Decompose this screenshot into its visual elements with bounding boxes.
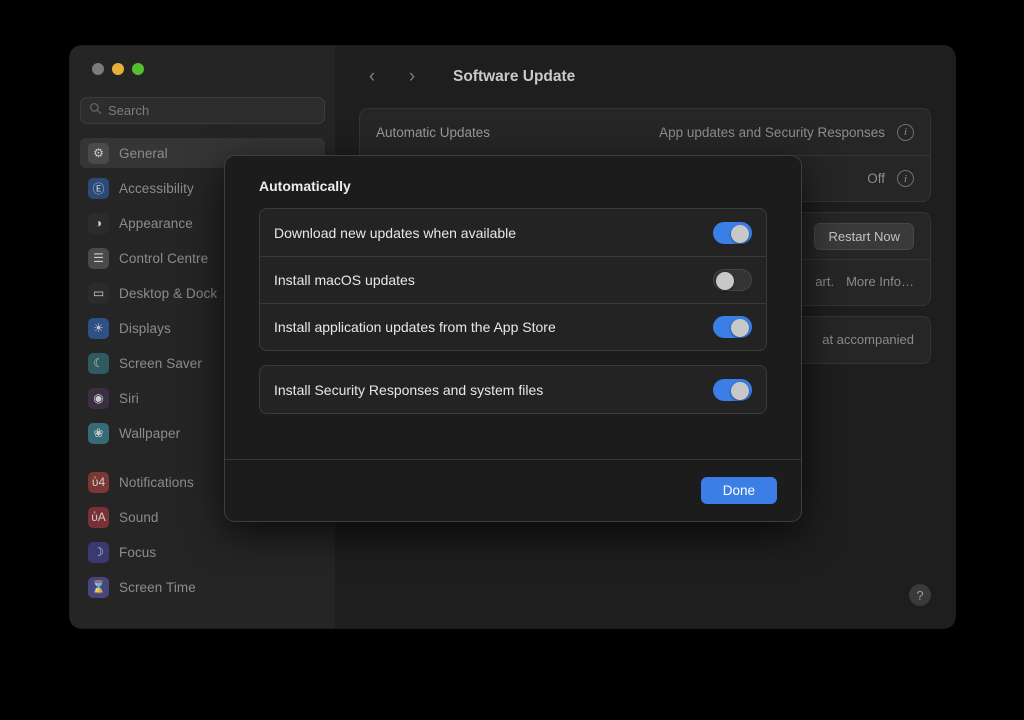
download-updates-toggle[interactable] xyxy=(713,221,752,244)
toggle-knob xyxy=(731,224,749,243)
option-group: Install Security Responses and system fi… xyxy=(259,365,767,414)
option-row: Download new updates when available xyxy=(260,209,766,256)
dialog-body: Automatically Download new updates when … xyxy=(225,156,801,414)
sidebar-item-label: Displays xyxy=(119,320,171,336)
info-icon[interactable]: i xyxy=(897,170,914,187)
sidebar-item-screen-time[interactable]: ⌛ Screen Time xyxy=(80,572,325,602)
automatic-updates-dialog: Automatically Download new updates when … xyxy=(224,155,802,522)
option-group: Download new updates when available Insta… xyxy=(259,208,767,351)
sidebar-item-label: Accessibility xyxy=(119,180,194,196)
dialog-options: Download new updates when available Insta… xyxy=(259,208,767,414)
sidebar-item-label: Appearance xyxy=(119,215,193,231)
done-button[interactable]: Done xyxy=(700,477,777,504)
automatic-updates-label: Automatic Updates xyxy=(376,124,491,140)
sound-icon: ὐA xyxy=(88,506,109,528)
sidebar-item-label: Screen Saver xyxy=(119,355,202,371)
status-value: Off xyxy=(867,171,885,186)
search-input[interactable] xyxy=(108,103,316,118)
sidebar-item-label: General xyxy=(119,145,168,161)
info-icon[interactable]: i xyxy=(897,123,914,141)
notifications-icon: ὑ4 xyxy=(88,471,109,493)
sidebar-item-label: Sound xyxy=(119,509,159,525)
toggle-knob xyxy=(731,319,749,337)
wallpaper-icon: ❀ xyxy=(88,422,109,444)
minimize-button[interactable] xyxy=(112,63,124,75)
sidebar-item-label: Siri xyxy=(119,390,139,406)
option-label: Download new updates when available xyxy=(274,224,517,241)
toggle-knob xyxy=(716,272,734,290)
help-button[interactable]: ? xyxy=(909,584,931,606)
page-title: Software Update xyxy=(453,68,576,85)
gear-icon: ⚙ xyxy=(88,142,109,164)
window-controls xyxy=(80,46,325,75)
option-row: Install application updates from the App… xyxy=(260,303,766,350)
control-centre-icon: ☰ xyxy=(88,247,109,269)
screen-saver-icon: ☾ xyxy=(88,352,109,374)
sidebar-item-focus[interactable]: ☽ Focus xyxy=(80,537,325,567)
sidebar-item-label: Notifications xyxy=(119,474,194,490)
automatic-updates-row[interactable]: Automatic Updates App updates and Securi… xyxy=(360,109,930,155)
accompanied-text: at accompanied xyxy=(822,331,914,347)
install-app-store-updates-toggle[interactable] xyxy=(713,316,752,338)
option-label: Install Security Responses and system fi… xyxy=(274,381,544,398)
sidebar-item-label: Control Centre xyxy=(119,250,209,266)
accessibility-icon: Ⓔ xyxy=(88,177,109,199)
dialog-footer: Done xyxy=(225,459,801,521)
install-macos-updates-toggle[interactable] xyxy=(713,269,752,291)
option-label: Install macOS updates xyxy=(274,272,415,288)
maximize-button[interactable] xyxy=(132,63,144,75)
displays-icon: ☀ xyxy=(88,317,109,339)
desktop-dock-icon: ▭ xyxy=(88,282,109,304)
restart-note-text: art. xyxy=(815,274,835,290)
option-row: Install macOS updates xyxy=(260,256,766,303)
search-icon xyxy=(89,102,102,120)
chevron-left-icon[interactable]: ‹ xyxy=(359,64,385,90)
siri-icon: ◉ xyxy=(88,387,109,409)
screen-time-icon: ⌛ xyxy=(88,576,109,598)
close-button[interactable] xyxy=(92,63,104,75)
sidebar-item-label: Screen Time xyxy=(119,579,196,595)
restart-now-button[interactable]: Restart Now xyxy=(814,222,914,250)
sidebar-item-label: Desktop & Dock xyxy=(119,285,218,301)
appearance-icon: ◑ xyxy=(88,212,109,234)
automatic-updates-value: App updates and Security Responses xyxy=(659,124,885,140)
sidebar-item-label: Wallpaper xyxy=(119,425,181,441)
more-info-link[interactable]: More Info… xyxy=(846,273,914,292)
option-label: Install application updates from the App… xyxy=(274,319,556,335)
sidebar-item-label: Focus xyxy=(119,544,157,560)
install-security-responses-toggle[interactable] xyxy=(713,378,752,401)
toolbar: ‹ › Software Update xyxy=(335,46,955,108)
search-field[interactable] xyxy=(80,97,325,124)
dialog-title: Automatically xyxy=(259,178,351,194)
toggle-knob xyxy=(731,381,749,400)
option-row: Install Security Responses and system fi… xyxy=(260,366,766,413)
focus-icon: ☽ xyxy=(88,541,109,563)
chevron-right-icon[interactable]: › xyxy=(399,64,425,90)
